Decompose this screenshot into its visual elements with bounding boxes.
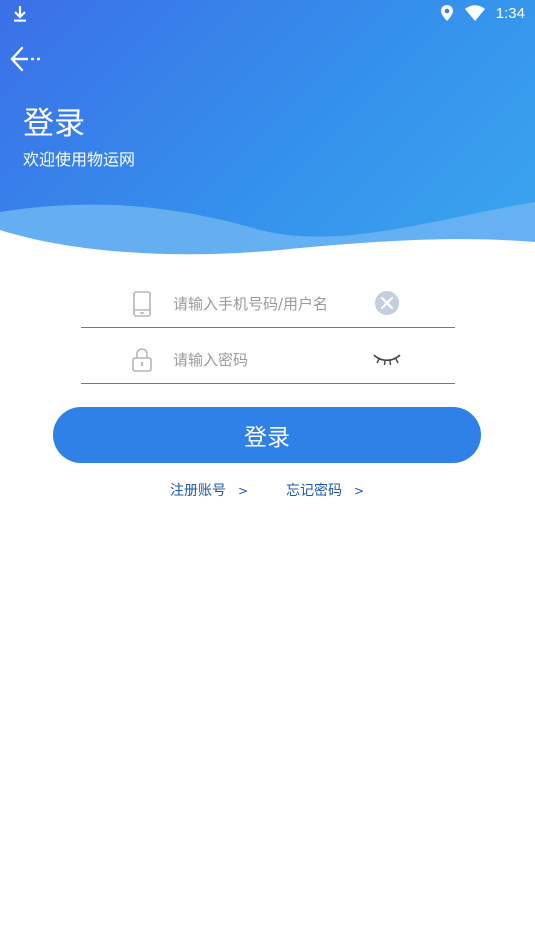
username-field <box>81 281 455 328</box>
wifi-icon <box>464 4 485 21</box>
phone-icon <box>133 291 151 317</box>
clear-icon[interactable] <box>374 290 400 316</box>
auth-links: 注册账号 > 忘记密码 > <box>0 480 535 502</box>
forgot-password-link[interactable]: 忘记密码 > <box>286 480 364 500</box>
chevron-right-icon: > <box>354 484 365 498</box>
password-input[interactable] <box>171 345 375 375</box>
eye-closed-icon[interactable] <box>371 349 403 369</box>
status-bar: 1:34 <box>0 0 535 30</box>
chevron-right-icon: > <box>238 484 249 498</box>
wave-decoration <box>0 202 535 260</box>
register-link-label: 注册账号 <box>170 483 226 499</box>
status-time: 1:34 <box>495 4 525 22</box>
login-button[interactable]: 登录 <box>53 407 481 463</box>
register-link[interactable]: 注册账号 > <box>170 480 248 500</box>
location-icon <box>440 5 453 21</box>
page-title: 登录 <box>23 106 85 142</box>
header: 1:34 登录 欢迎使用物运网 <box>0 0 535 260</box>
username-input[interactable] <box>171 289 375 319</box>
page-subtitle: 欢迎使用物运网 <box>23 150 136 169</box>
forgot-password-link-label: 忘记密码 <box>286 483 342 499</box>
password-field <box>81 337 455 384</box>
download-icon <box>14 6 26 22</box>
lock-icon <box>132 348 152 372</box>
back-arrow-icon[interactable] <box>8 42 44 78</box>
